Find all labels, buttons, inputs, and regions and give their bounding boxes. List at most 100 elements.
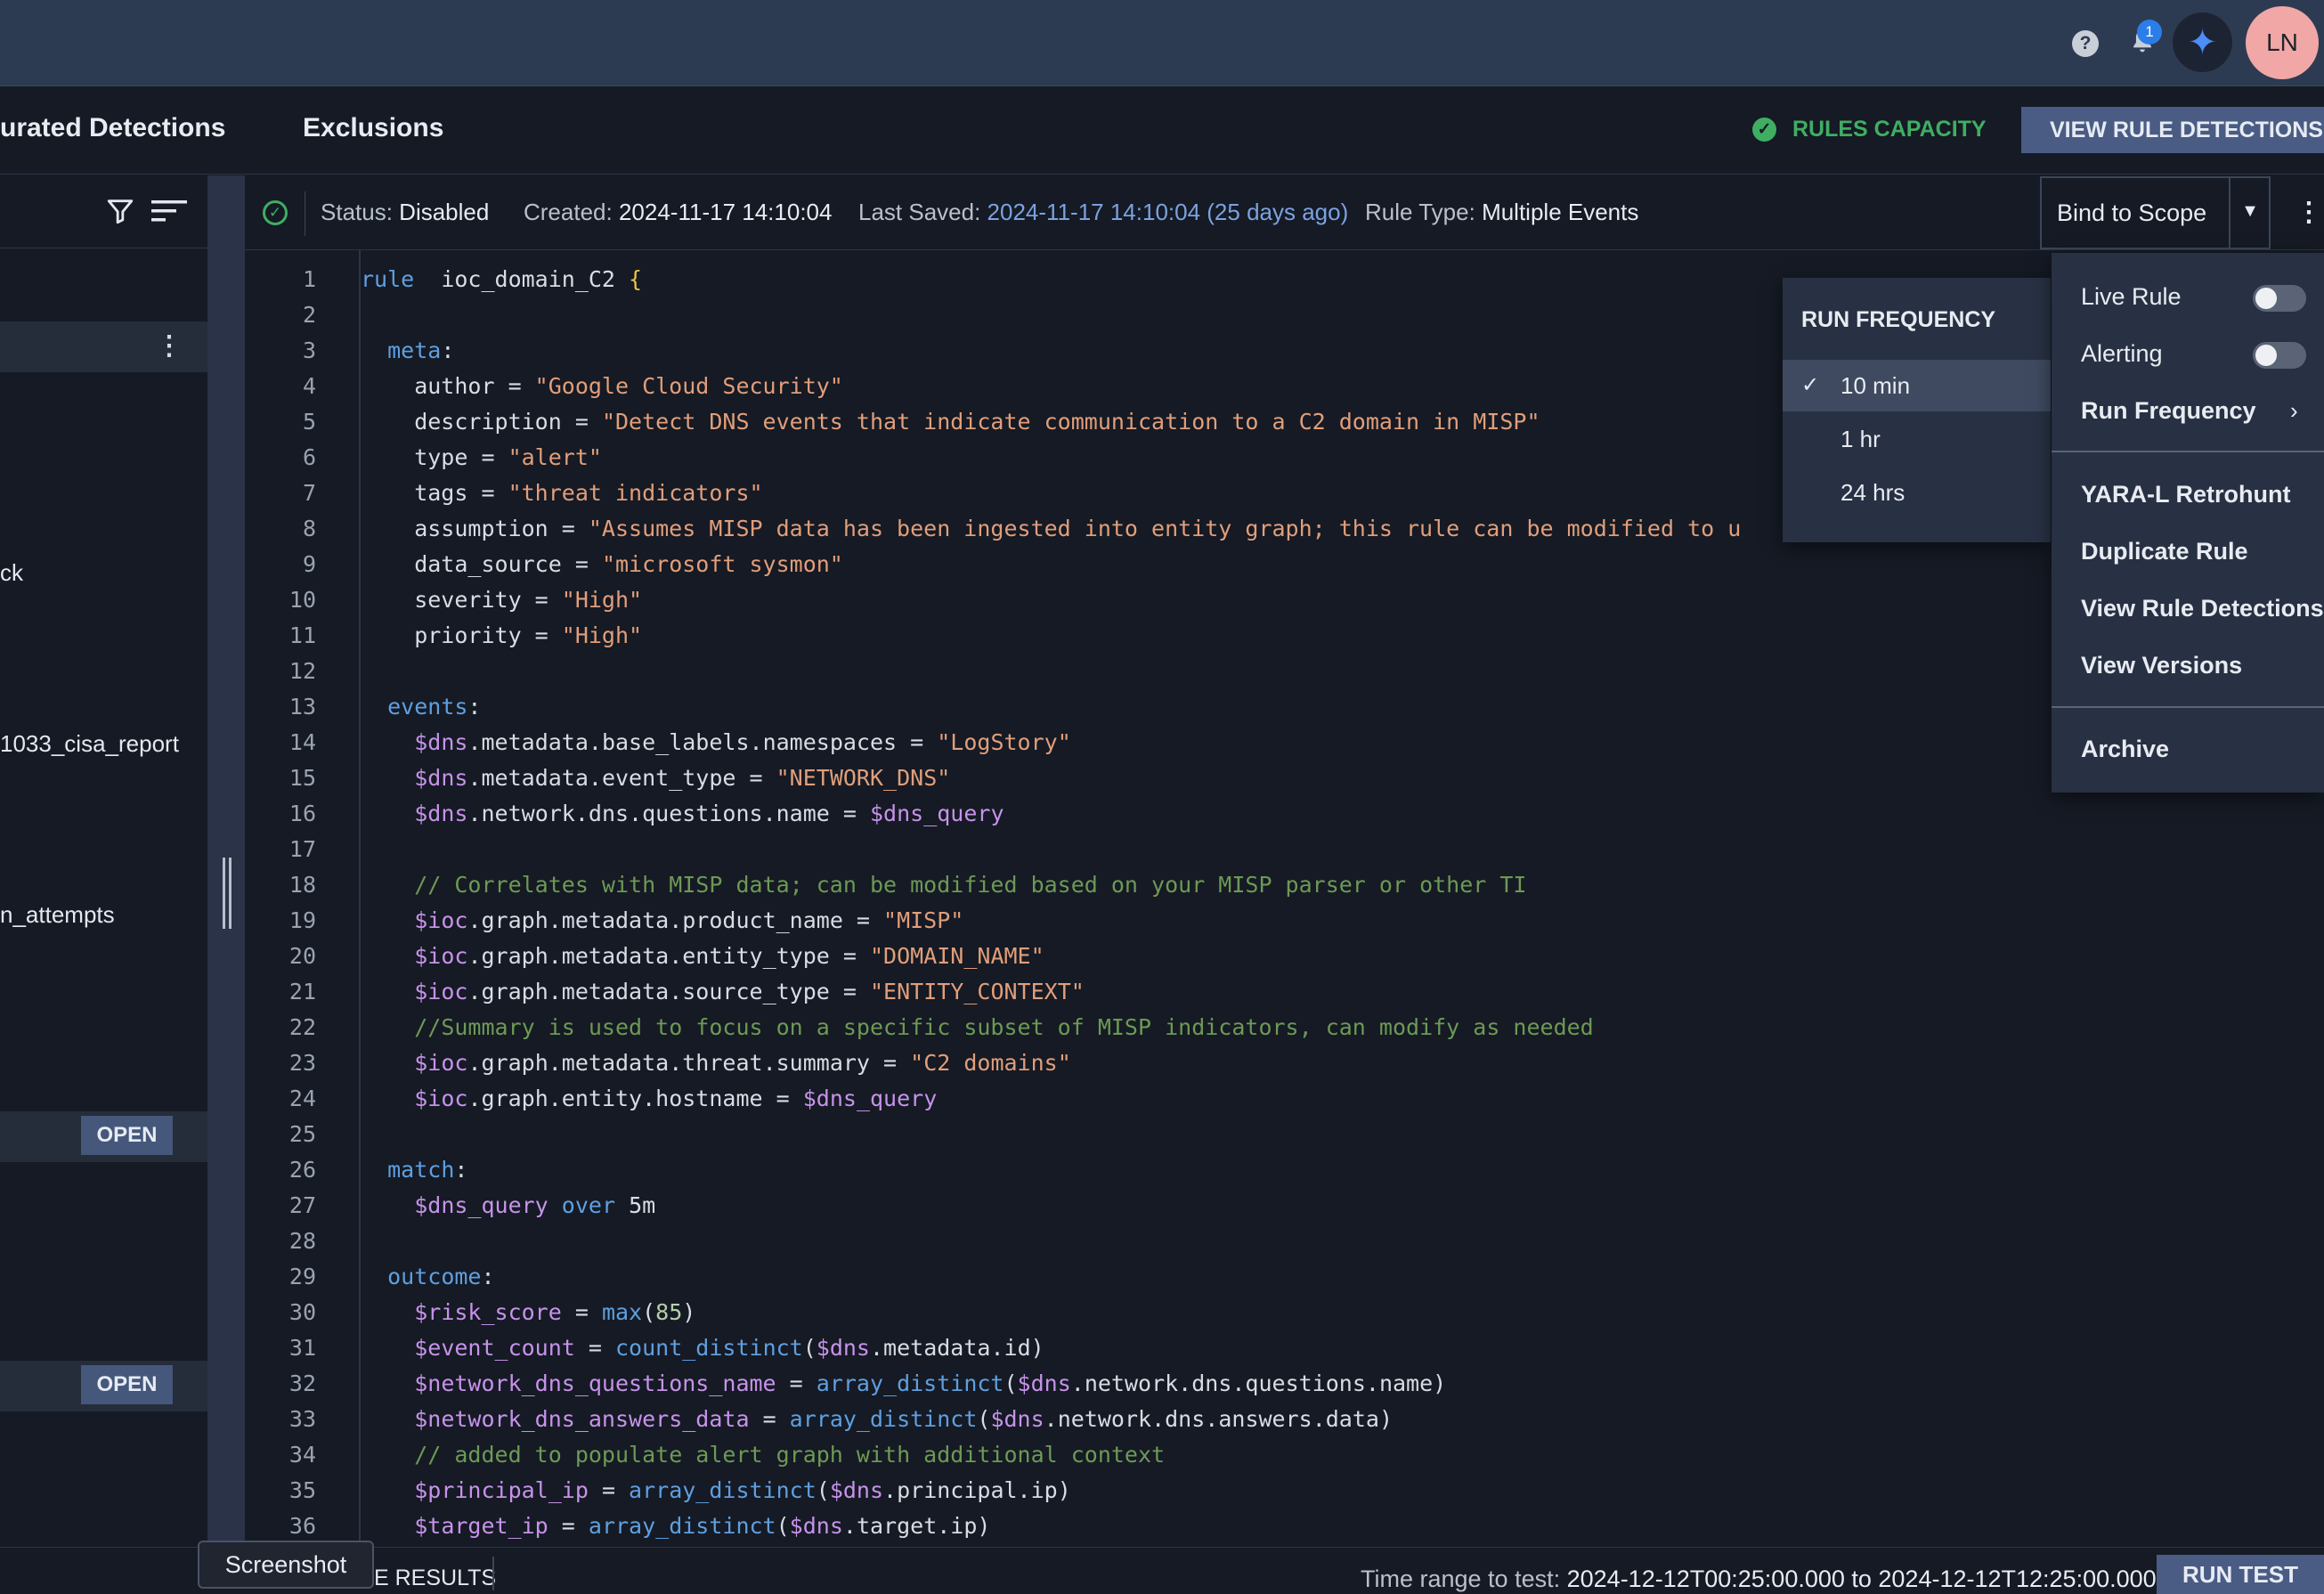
line-number: 24: [288, 1086, 316, 1111]
code-line[interactable]: $dns.network.dns.questions.name = $dns_q…: [361, 801, 1004, 826]
code-line[interactable]: events:: [361, 694, 481, 720]
code-line[interactable]: $dns.metadata.base_labels.namespaces = "…: [361, 729, 1071, 755]
sort-icon[interactable]: [151, 198, 187, 224]
menu-item-yara-l-retrohunt[interactable]: YARA-L Retrohunt: [2081, 481, 2291, 508]
code-line[interactable]: $ioc.graph.metadata.threat.summary = "C2…: [361, 1050, 1071, 1076]
checkmark-icon: ✓: [1801, 373, 1820, 397]
menu-item-run-frequency[interactable]: Run Frequency: [2081, 397, 2256, 425]
code-line[interactable]: rule ioc_domain_C2 {: [361, 266, 642, 292]
panel-resize-handle[interactable]: [223, 858, 232, 929]
menu-item-duplicate-rule[interactable]: Duplicate Rule: [2081, 538, 2248, 565]
code-line[interactable]: $ioc.graph.metadata.source_type = "ENTIT…: [361, 979, 1085, 1004]
code-line[interactable]: $dns_query over 5m: [361, 1192, 655, 1218]
caret-down-icon[interactable]: ▼: [2238, 201, 2263, 224]
code-token: .graph.entity.hostname =: [467, 1086, 803, 1111]
code-line[interactable]: description = "Detect DNS events that in…: [361, 409, 1540, 435]
code-token: .graph.metadata.source_type =: [467, 979, 870, 1004]
code-line[interactable]: //Summary is used to focus on a specific…: [361, 1014, 1594, 1040]
code-line[interactable]: $ioc.graph.metadata.entity_type = "DOMAI…: [361, 943, 1044, 969]
ai-assist-spark-icon[interactable]: ✦: [2173, 12, 2232, 72]
rule-list-item[interactable]: ck: [0, 559, 23, 587]
help-icon[interactable]: ?: [2072, 30, 2099, 57]
line-number: 7: [302, 480, 316, 506]
user-avatar[interactable]: LN: [2246, 6, 2319, 79]
frequency-option-10-min[interactable]: 10 min: [1783, 360, 2051, 411]
line-number: 23: [288, 1050, 316, 1076]
code-line[interactable]: outcome:: [361, 1264, 494, 1289]
menu-item-archive[interactable]: Archive: [2081, 736, 2169, 763]
rule-list-item[interactable]: 1033_cisa_report: [0, 730, 179, 758]
filter-icon[interactable]: [105, 196, 135, 226]
code-token: array_distinct: [789, 1406, 978, 1432]
more-options-icon[interactable]: ⋮: [2296, 198, 2322, 228]
open-button[interactable]: OPEN: [81, 1116, 173, 1155]
menu-item-view-rule-detections[interactable]: View Rule Detections: [2081, 595, 2324, 622]
code-line[interactable]: $network_dns_questions_name = array_dist…: [361, 1370, 1446, 1396]
code-line[interactable]: // Correlates with MISP data; can be mod…: [361, 872, 1526, 898]
code-line[interactable]: assumption = "Assumes MISP data has been…: [361, 516, 1741, 541]
tab-test-results[interactable]: E RESULTS: [374, 1566, 496, 1591]
code-token: meta: [387, 338, 442, 363]
line-number: 1: [302, 266, 316, 292]
code-token: ): [682, 1299, 696, 1325]
code-token: =: [548, 1513, 589, 1539]
line-number: 30: [288, 1299, 316, 1325]
alerting-toggle[interactable]: [2253, 342, 2306, 369]
last-saved-value[interactable]: 2024-11-17 14:10:04 (25 days ago): [987, 199, 1349, 225]
live-rule-toggle[interactable]: [2253, 285, 2306, 312]
rule-list-item[interactable]: n_attempts: [0, 901, 115, 929]
code-line[interactable]: type = "alert": [361, 444, 602, 470]
code-token: count_distinct: [615, 1335, 803, 1361]
bind-to-scope-button[interactable]: Bind to Scope: [2040, 176, 2271, 249]
time-range-value[interactable]: 2024-12-12T00:25:00.000 to 2024-12-12T12…: [1567, 1566, 2157, 1592]
code-line[interactable]: $risk_score = max(85): [361, 1299, 695, 1325]
check-circle-icon: ✓: [1752, 118, 1776, 142]
frequency-option-24-hrs[interactable]: 24 hrs: [1783, 467, 2051, 518]
code-line[interactable]: $network_dns_answers_data = array_distin…: [361, 1406, 1393, 1432]
tab-curated-detections[interactable]: urated Detections: [0, 113, 225, 143]
line-number: 25: [288, 1121, 316, 1147]
code-token: $principal_ip: [414, 1477, 589, 1503]
rules-capacity-link[interactable]: ✓ RULES CAPACITY: [1752, 117, 1987, 142]
open-button[interactable]: OPEN: [81, 1365, 173, 1404]
code-line[interactable]: $event_count = count_distinct($dns.metad…: [361, 1335, 1044, 1361]
code-line[interactable]: data_source = "microsoft sysmon": [361, 551, 843, 577]
code-line[interactable]: tags = "threat indicators": [361, 480, 762, 506]
code-token: $dns: [816, 1335, 870, 1361]
code-line[interactable]: $ioc.graph.entity.hostname = $dns_query: [361, 1086, 937, 1111]
code-line[interactable]: $ioc.graph.metadata.product_name = "MISP…: [361, 907, 963, 933]
code-line[interactable]: priority = "High": [361, 622, 642, 648]
code-token: 85: [655, 1299, 683, 1325]
code-token: $ioc: [414, 979, 468, 1004]
code-line[interactable]: $target_ip = array_distinct($dns.target.…: [361, 1513, 990, 1539]
code-line[interactable]: // added to populate alert graph with ad…: [361, 1442, 1165, 1468]
rules-list-panel: [0, 175, 207, 1547]
menu-item-view-versions[interactable]: View Versions: [2081, 652, 2242, 679]
row-more-icon[interactable]: ⋮: [156, 331, 183, 362]
code-token: severity =: [361, 587, 562, 613]
code-line[interactable]: meta:: [361, 338, 454, 363]
frequency-option-1-hr[interactable]: 1 hr: [1783, 413, 2051, 465]
code-line[interactable]: $principal_ip = array_distinct($dns.prin…: [361, 1477, 1071, 1503]
tab-exclusions[interactable]: Exclusions: [303, 113, 443, 143]
time-range-to-test[interactable]: Time range to test: 2024-12-12T00:25:00.…: [1361, 1566, 2157, 1593]
code-line[interactable]: severity = "High": [361, 587, 642, 613]
run-test-button[interactable]: RUN TEST: [2157, 1555, 2324, 1594]
code-token: rule: [361, 266, 415, 292]
view-rule-detections-button[interactable]: VIEW RULE DETECTIONS: [2021, 107, 2324, 153]
divider: [492, 1557, 494, 1590]
code-token: outcome: [387, 1264, 482, 1289]
code-line[interactable]: $dns.metadata.event_type = "NETWORK_DNS": [361, 765, 950, 791]
code-line[interactable]: author = "Google Cloud Security": [361, 373, 843, 399]
code-line[interactable]: match:: [361, 1157, 467, 1183]
line-number: 34: [288, 1442, 316, 1468]
code-token: =: [749, 1406, 790, 1432]
code-token: =: [561, 1299, 602, 1325]
code-token: max: [601, 1299, 643, 1325]
line-number: 20: [288, 943, 316, 969]
